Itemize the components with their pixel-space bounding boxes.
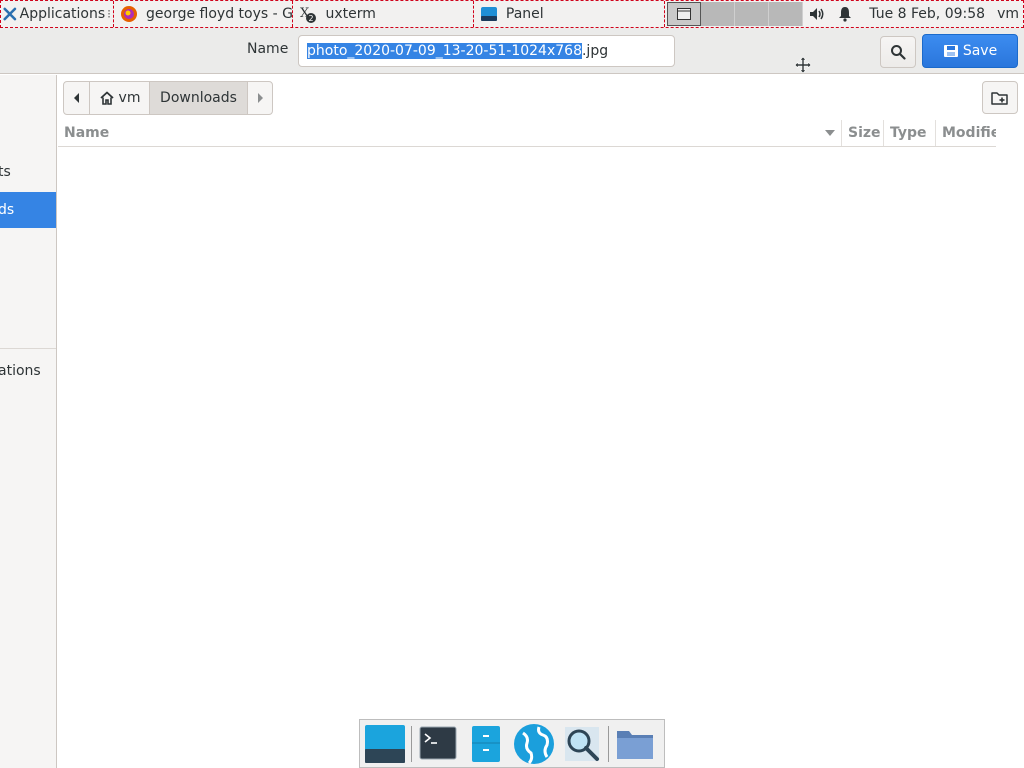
workspace-2[interactable] — [701, 2, 736, 26]
save-icon — [943, 45, 958, 57]
menu-separator-icon: ⁝ — [107, 7, 111, 21]
applications-menu-button[interactable]: Applications ⁝ — [1, 1, 113, 27]
new-folder-icon — [991, 91, 1008, 105]
save-button-label: Save — [962, 43, 998, 59]
column-header-modified[interactable]: Modifie — [935, 120, 996, 146]
column-header-label: Modifie — [942, 125, 996, 141]
path-button-label: vm — [118, 90, 141, 106]
panel-icon — [480, 7, 497, 21]
web-browser-icon — [514, 723, 554, 764]
taskbar-item-label: george floyd toys - G... — [146, 6, 293, 22]
bottom-dock — [359, 719, 665, 768]
path-button-home[interactable]: vm — [90, 82, 150, 114]
search-button[interactable] — [880, 36, 916, 68]
places-sidebar: ts ds ations — [0, 75, 57, 768]
chevron-right-icon — [258, 93, 263, 103]
column-header-label: Size — [848, 125, 881, 141]
sort-indicator — [818, 120, 842, 146]
dock-item-app-finder[interactable] — [560, 722, 604, 766]
sidebar-item-documents[interactable]: ts — [0, 154, 56, 190]
sidebar-item-other-locations[interactable]: ations — [0, 353, 56, 389]
move-cursor-icon — [794, 56, 812, 74]
new-folder-button[interactable] — [982, 81, 1018, 114]
column-header-size[interactable]: Size — [841, 120, 883, 146]
name-label: Name — [247, 41, 289, 57]
dock-separator — [608, 725, 609, 762]
desktop-icon — [365, 724, 405, 763]
taskbar-item-panel[interactable]: Panel — [472, 1, 656, 27]
applications-menu-label: Applications — [19, 6, 106, 22]
dock-item-file-manager[interactable] — [464, 722, 508, 766]
home-icon — [99, 91, 114, 105]
column-header-name[interactable]: Name — [58, 120, 840, 146]
filename-selected-text: photo_2020-07-09_13-20-51-1024x768 — [307, 43, 582, 59]
terminal-icon — [419, 726, 457, 759]
workspace-3[interactable] — [735, 2, 770, 26]
sidebar-item-downloads[interactable]: ds — [0, 192, 56, 228]
clock[interactable]: Tue 8 Feb, 09:58 — [869, 6, 985, 22]
dock-item-terminal[interactable] — [416, 722, 460, 766]
path-button-downloads[interactable]: Downloads — [150, 82, 248, 114]
path-forward-button[interactable] — [248, 82, 272, 114]
dock-item-web-browser[interactable] — [512, 722, 556, 766]
dock-item-show-desktop[interactable] — [363, 722, 407, 766]
top-panel: Applications ⁝ george floyd toys - G... … — [0, 0, 1024, 28]
search-icon — [891, 45, 906, 60]
filename-input[interactable]: photo_2020-07-09_13-20-51-1024x768 .jpg — [298, 35, 675, 67]
column-header-label: Name — [64, 125, 110, 141]
right-gutter — [996, 120, 1024, 768]
uxterm-icon: X 2 — [300, 6, 317, 23]
column-header-label: Type — [890, 125, 927, 141]
taskbar-item-label: Panel — [505, 6, 544, 22]
sidebar-item-label: ations — [0, 363, 41, 379]
dock-separator — [411, 725, 412, 762]
sidebar-separator — [0, 348, 56, 349]
system-tray: Tue 8 Feb, 09:58 vm — [803, 1, 1023, 27]
taskbar-item-uxterm[interactable]: X 2 uxterm — [292, 1, 472, 27]
file-list-header: Name Size Type Modifie — [58, 120, 996, 147]
svg-text:2: 2 — [309, 14, 314, 23]
filename-extension: .jpg — [581, 43, 609, 59]
path-button-label: Downloads — [160, 90, 237, 106]
file-manager-icon — [472, 725, 500, 762]
window-thumbnail-icon — [677, 8, 692, 20]
xfce-logo-icon — [3, 7, 17, 21]
path-bar: vm Downloads — [63, 81, 273, 115]
dialog-header-bar: Name photo_2020-07-09_13-20-51-1024x768.… — [0, 28, 1024, 74]
user-menu[interactable]: vm — [997, 6, 1019, 22]
chevron-left-icon — [73, 93, 79, 103]
dock-item-folder[interactable] — [613, 722, 657, 766]
workspace-switcher[interactable] — [664, 1, 804, 27]
file-list[interactable] — [58, 148, 996, 768]
volume-icon[interactable] — [808, 5, 826, 23]
column-header-type[interactable]: Type — [883, 120, 935, 146]
firefox-icon — [121, 6, 137, 22]
sidebar-item-label: ts — [0, 164, 11, 180]
workspace-4[interactable] — [769, 2, 804, 26]
taskbar-item-label: uxterm — [325, 6, 376, 22]
notification-bell-icon[interactable] — [836, 5, 854, 23]
app-finder-icon — [565, 726, 599, 761]
taskbar-item-firefox[interactable]: george floyd toys - G... — [113, 1, 292, 27]
path-back-button[interactable] — [64, 82, 90, 114]
save-button[interactable]: Save — [922, 34, 1018, 68]
folder-icon — [617, 730, 653, 759]
sort-down-icon — [825, 130, 835, 136]
workspace-1[interactable] — [667, 2, 702, 26]
sidebar-item-label: ds — [0, 202, 15, 218]
